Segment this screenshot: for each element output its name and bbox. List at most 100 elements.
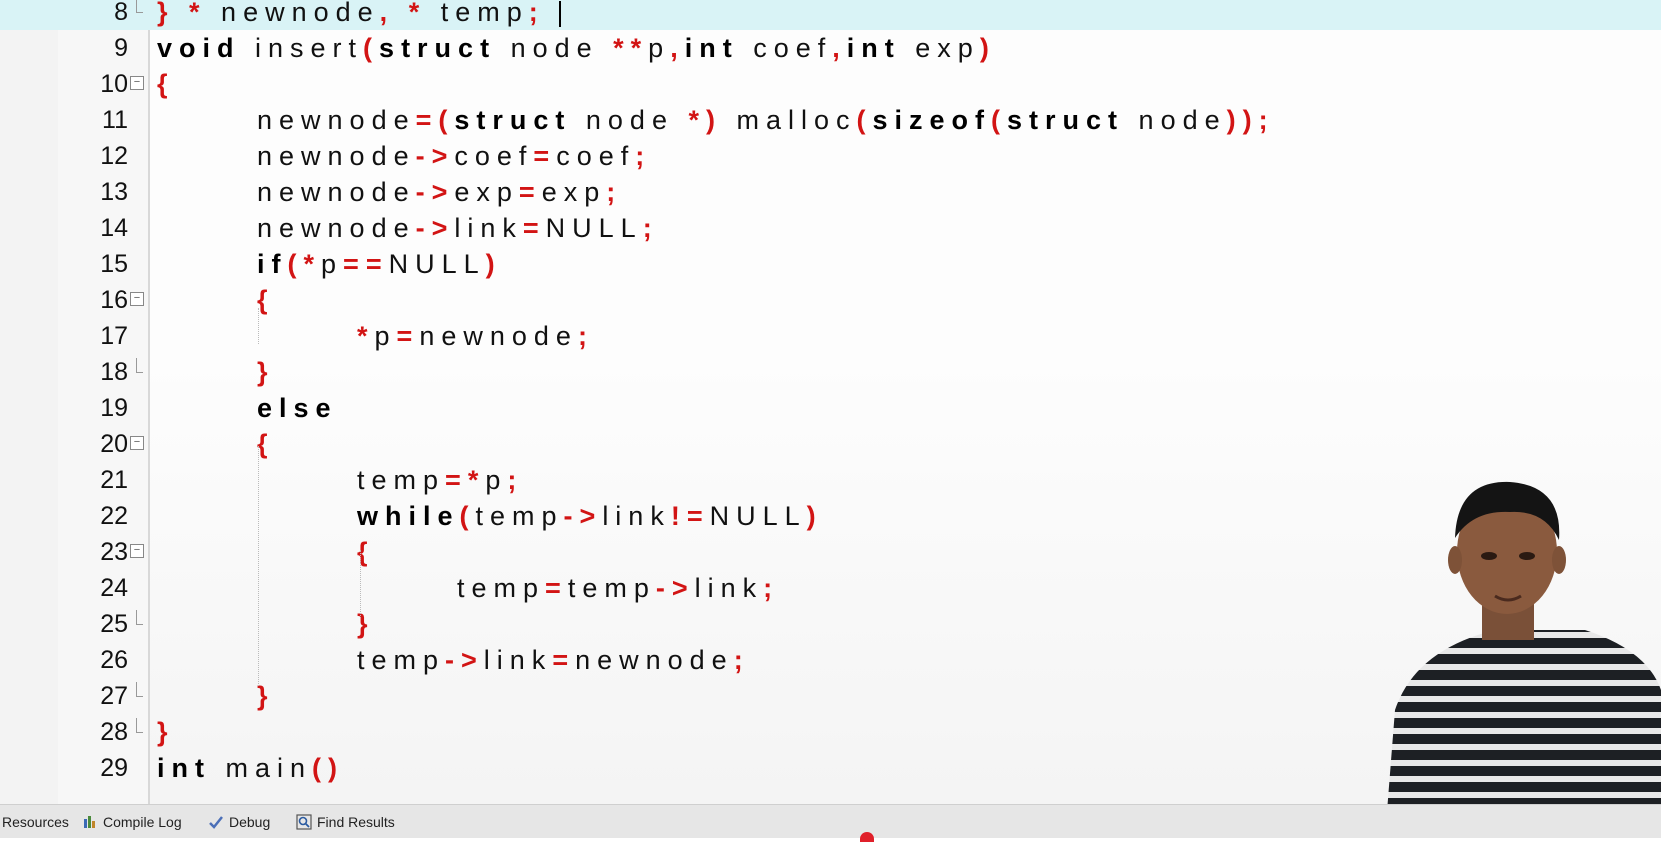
fold-end-mark	[136, 624, 143, 625]
code-line[interactable]: 17 *p=newnode;	[0, 318, 1661, 354]
line-number: 14	[100, 214, 128, 242]
code-text: newnode->link=NULL;	[257, 210, 659, 246]
punct-token: *	[303, 249, 322, 279]
keyword-token: struct	[1007, 105, 1125, 135]
punct-token: ,	[379, 0, 395, 27]
identifier-token: temp	[457, 573, 546, 603]
code-text: {	[157, 66, 175, 102]
identifier-token: newnode	[257, 141, 416, 171]
code-line[interactable]: 18}	[0, 354, 1661, 390]
code-text: newnode->coef=coef;	[257, 138, 651, 174]
keyword-token: int	[684, 33, 739, 63]
punct-token: (	[459, 501, 476, 531]
bottom-panel-tabs: Resources Compile Log Debug Find Results	[0, 804, 1661, 838]
line-number: 11	[102, 106, 128, 134]
indent-guide	[258, 308, 259, 344]
punct-token: *	[189, 0, 207, 27]
keyword-token: struct	[379, 33, 497, 63]
line-number: 28	[100, 718, 128, 746]
code-line[interactable]: 13 newnode->exp=exp;	[0, 174, 1661, 210]
punct-token: =	[522, 213, 546, 243]
punct-token: ->	[415, 213, 455, 243]
code-line[interactable]: 14 newnode->link=NULL;	[0, 210, 1661, 246]
keyword-token: int	[846, 33, 901, 63]
punct-token: }	[157, 717, 175, 747]
line-number: 19	[100, 394, 128, 422]
punct-token: ->	[655, 573, 695, 603]
text-caret	[559, 0, 562, 27]
punct-token: ;	[642, 213, 659, 243]
punct-token: {	[257, 429, 275, 459]
identifier-token: newnode	[575, 645, 734, 675]
code-line[interactable]: 19 else	[0, 390, 1661, 426]
fold-line	[136, 0, 137, 12]
punct-token: =	[533, 141, 557, 171]
code-text: } * newnode, * temp;	[157, 0, 562, 30]
tab-debug[interactable]: Debug	[208, 811, 270, 833]
identifier-token: newnode	[419, 321, 578, 351]
code-text: {	[257, 426, 275, 462]
code-line[interactable]: 8} * newnode, * temp;	[0, 0, 1661, 30]
punct-token: {	[257, 285, 275, 315]
tab-label: Resources	[2, 814, 69, 830]
fold-toggle-icon[interactable]: −	[130, 292, 144, 306]
line-number: 12	[100, 142, 128, 170]
punct-token: {	[157, 69, 175, 99]
punct-token: =	[518, 177, 542, 207]
identifier-token: NULL	[388, 249, 486, 279]
line-number: 27	[100, 682, 128, 710]
fold-toggle-icon[interactable]: −	[130, 76, 144, 90]
code-text: *p=newnode;	[357, 318, 594, 354]
identifier-token: p	[374, 321, 397, 351]
code-line[interactable]: 20− {	[0, 426, 1661, 462]
code-text: newnode=(struct node *) malloc(sizeof(st…	[257, 102, 1275, 138]
identifier-token: temp	[426, 0, 529, 27]
tab-find-results[interactable]: Find Results	[296, 811, 395, 833]
identifier-token: coef	[454, 141, 534, 171]
find-results-icon	[296, 814, 312, 830]
punct-token: *)	[688, 105, 722, 135]
punct-token: }	[257, 357, 275, 387]
fold-toggle-icon[interactable]: −	[130, 544, 144, 558]
tab-compile-log[interactable]: Compile Log	[82, 811, 182, 833]
punct-token: ;	[528, 0, 545, 27]
tab-resources[interactable]: Resources	[2, 811, 69, 833]
fold-end-mark	[136, 696, 143, 697]
code-line[interactable]: 16− {	[0, 282, 1661, 318]
identifier-token: malloc	[721, 105, 857, 135]
identifier-token: newnode	[257, 213, 416, 243]
line-number: 10	[100, 70, 128, 98]
video-progress-marker	[860, 832, 874, 842]
code-text: if(*p==NULL)	[257, 246, 502, 282]
keyword-token: int	[157, 753, 211, 783]
punct-token: !=	[670, 501, 710, 531]
punct-token: ;	[606, 177, 623, 207]
code-text: temp=temp->link;	[457, 570, 779, 606]
punct-token: ));	[1226, 105, 1275, 135]
identifier-token: exp	[454, 177, 519, 207]
line-number: 17	[100, 322, 128, 350]
code-line[interactable]: 12 newnode->coef=coef;	[0, 138, 1661, 174]
compile-log-icon	[84, 816, 95, 828]
punct-token: ;	[733, 645, 750, 675]
punct-token: (	[363, 33, 380, 63]
identifier-token: NULL	[709, 501, 807, 531]
identifier-token: coef	[738, 33, 833, 63]
fold-toggle-icon[interactable]: −	[130, 436, 144, 450]
code-line[interactable]: 9 void insert(struct node **p,int coef,in…	[0, 30, 1661, 66]
code-line[interactable]: 15 if(*p==NULL)	[0, 246, 1661, 282]
code-line[interactable]: 10−{	[0, 66, 1661, 102]
tab-label: Compile Log	[103, 814, 182, 830]
identifier-token: link	[454, 213, 523, 243]
punct-token: ->	[415, 177, 455, 207]
code-text: else	[257, 390, 338, 426]
identifier-token: temp	[357, 645, 446, 675]
identifier-token: exp	[900, 33, 980, 63]
identifier-token	[394, 0, 409, 27]
identifier-token: NULL	[545, 213, 643, 243]
identifier-token: insert	[240, 33, 364, 63]
line-number: 24	[100, 574, 128, 602]
code-line[interactable]: 11 newnode=(struct node *) malloc(sizeof(…	[0, 102, 1661, 138]
keyword-token: sizeof	[872, 105, 992, 135]
identifier-token: temp	[567, 573, 656, 603]
